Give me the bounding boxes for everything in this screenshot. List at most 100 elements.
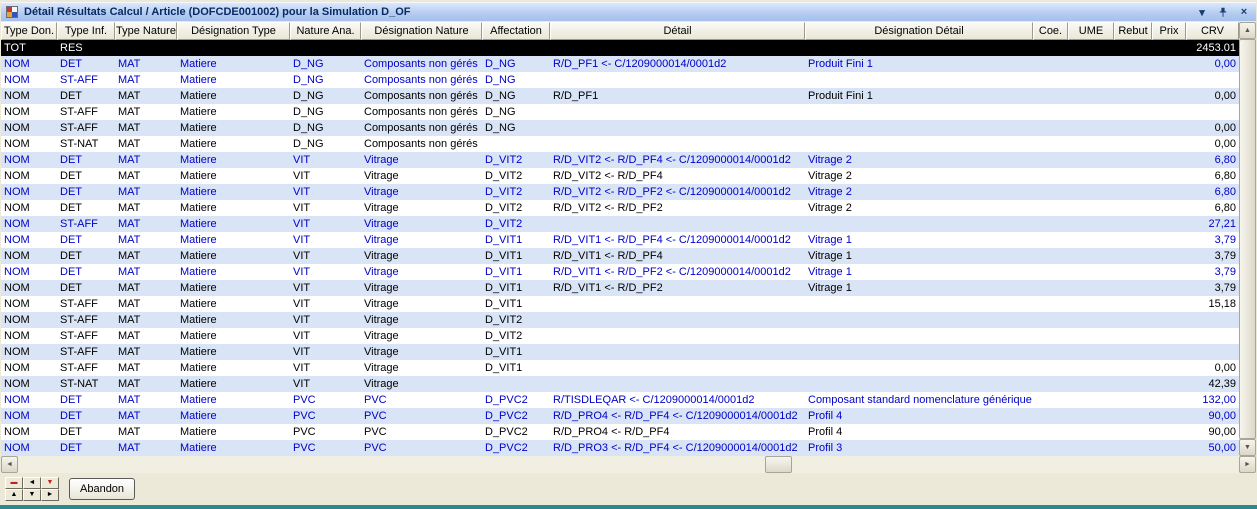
table-row[interactable]: NOMDETMATMatiereVITVitrageD_VIT2R/D_VIT2… [1, 152, 1239, 168]
cell-designation_type: Matiere [177, 344, 290, 360]
cell-ume [1068, 152, 1114, 168]
table-row[interactable]: NOMST-AFFMATMatiereVITVitrageD_VIT10,00 [1, 360, 1239, 376]
table-row[interactable]: NOMST-AFFMATMatiereVITVitrageD_VIT2 [1, 312, 1239, 328]
table-row[interactable]: NOMDETMATMatierePVCPVCD_PVC2R/D_PRO4 <- … [1, 424, 1239, 440]
cell-detail [550, 296, 805, 312]
cell-designation_detail [805, 136, 1033, 152]
table-row[interactable]: NOMST-AFFMATMatiereVITVitrageD_VIT115,18 [1, 296, 1239, 312]
cell-nature_ana: VIT [290, 216, 361, 232]
cell-rebut [1114, 248, 1152, 264]
nav-prev-button[interactable]: ◄ [23, 477, 41, 489]
cell-nature_ana: VIT [290, 152, 361, 168]
cell-nature_ana: D_NG [290, 56, 361, 72]
table-row[interactable]: NOMDETMATMatierePVCPVCD_PVC2R/TISDLEQAR … [1, 392, 1239, 408]
column-header-designation_nature[interactable]: Désignation Nature [361, 22, 482, 40]
cell-prix [1152, 104, 1186, 120]
table-row[interactable]: NOMDETMATMatierePVCPVCD_PVC2R/D_PRO3 <- … [1, 440, 1239, 456]
nav-collapse-button[interactable]: ▬ [5, 477, 23, 489]
column-header-type_inf[interactable]: Type Inf. [57, 22, 115, 40]
nav-last-button[interactable]: ► [41, 489, 59, 501]
nav-up-button[interactable]: ▲ [5, 489, 23, 501]
table-row[interactable]: NOMDETMATMatiereD_NGComposants non gérés… [1, 56, 1239, 72]
column-header-affectation[interactable]: Affectation [482, 22, 550, 40]
cell-designation_type: Matiere [177, 200, 290, 216]
table-row[interactable]: NOMDETMATMatiereVITVitrageD_VIT2R/D_VIT2… [1, 168, 1239, 184]
cell-ume [1068, 312, 1114, 328]
cell-nature_ana: PVC [290, 424, 361, 440]
table-row[interactable]: NOMST-AFFMATMatiereVITVitrageD_VIT2 [1, 328, 1239, 344]
cell-designation_type: Matiere [177, 88, 290, 104]
close-button[interactable]: × [1237, 5, 1251, 19]
cell-designation_nature: Vitrage [361, 184, 482, 200]
column-header-type_don[interactable]: Type Don. [1, 22, 57, 40]
vertical-scrollbar[interactable]: ▲ ▼ [1239, 22, 1256, 456]
cell-rebut [1114, 104, 1152, 120]
column-header-designation_type[interactable]: Désignation Type [177, 22, 290, 40]
vertical-scroll-thumb[interactable] [1239, 39, 1256, 439]
pin-button[interactable] [1216, 5, 1230, 19]
scroll-up-button[interactable]: ▲ [1239, 22, 1256, 39]
table-row[interactable]: NOMDETMATMatiereVITVitrageD_VIT1R/D_VIT1… [1, 248, 1239, 264]
cell-ume [1068, 248, 1114, 264]
cell-coe [1033, 40, 1068, 56]
cell-type_inf: ST-NAT [57, 136, 115, 152]
table-row[interactable]: NOMST-AFFMATMatiereD_NGComposants non gé… [1, 120, 1239, 136]
scroll-down-button[interactable]: ▼ [1239, 439, 1256, 456]
table-row[interactable]: NOMDETMATMatiereVITVitrageD_VIT1R/D_VIT1… [1, 232, 1239, 248]
nav-down-button[interactable]: ▼ [23, 489, 41, 501]
column-header-detail[interactable]: Détail [550, 22, 805, 40]
table-row[interactable]: TOTRES2453.01 [1, 40, 1239, 56]
nav-expand-button[interactable]: ▼ [41, 477, 59, 489]
cell-designation_type: Matiere [177, 376, 290, 392]
cell-rebut [1114, 280, 1152, 296]
cell-type_nature: MAT [115, 408, 177, 424]
table-row[interactable]: NOMST-AFFMATMatiereD_NGComposants non gé… [1, 104, 1239, 120]
cell-crv: 90,00 [1186, 408, 1239, 424]
abandon-button[interactable]: Abandon [69, 478, 135, 500]
table-row[interactable]: NOMDETMATMatiereD_NGComposants non gérés… [1, 88, 1239, 104]
cell-rebut [1114, 328, 1152, 344]
cell-type_nature: MAT [115, 296, 177, 312]
column-header-nature_ana[interactable]: Nature Ana. [290, 22, 361, 40]
cell-type_don: NOM [1, 88, 57, 104]
table-row[interactable]: NOMST-NATMATMatiereD_NGComposants non gé… [1, 136, 1239, 152]
close-icon: × [1241, 6, 1247, 18]
cell-nature_ana: D_NG [290, 104, 361, 120]
table-row[interactable]: NOMST-NATMATMatiereVITVitrage42,39 [1, 376, 1239, 392]
table-row[interactable]: NOMDETMATMatierePVCPVCD_PVC2R/D_PRO4 <- … [1, 408, 1239, 424]
column-header-coe[interactable]: Coe. [1033, 22, 1068, 40]
column-header-rebut[interactable]: Rebut [1114, 22, 1152, 40]
column-header-ume[interactable]: UME [1068, 22, 1114, 40]
table-row[interactable]: NOMDETMATMatiereVITVitrageD_VIT2R/D_VIT2… [1, 184, 1239, 200]
horizontal-scroll-track[interactable] [18, 456, 1239, 473]
window-menu-button[interactable]: ▾ [1195, 5, 1209, 19]
cell-detail: R/D_PRO4 <- R/D_PF4 [550, 424, 805, 440]
column-header-prix[interactable]: Prix [1152, 22, 1186, 40]
table-row[interactable]: NOMDETMATMatiereVITVitrageD_VIT1R/D_VIT1… [1, 264, 1239, 280]
horizontal-scroll-thumb[interactable] [765, 456, 792, 473]
column-header-type_nature[interactable]: Type Nature [115, 22, 177, 40]
cell-prix [1152, 72, 1186, 88]
scroll-left-button[interactable]: ◄ [1, 456, 18, 473]
column-header-crv[interactable]: CRV [1186, 22, 1239, 40]
table-row[interactable]: NOMDETMATMatiereVITVitrageD_VIT2R/D_VIT2… [1, 200, 1239, 216]
cell-coe [1033, 264, 1068, 280]
scroll-right-button[interactable]: ► [1239, 456, 1256, 473]
table-row[interactable]: NOMST-AFFMATMatiereVITVitrageD_VIT227,21 [1, 216, 1239, 232]
table-row[interactable]: NOMDETMATMatiereVITVitrageD_VIT1R/D_VIT1… [1, 280, 1239, 296]
table-row[interactable]: NOMST-AFFMATMatiereVITVitrageD_VIT1 [1, 344, 1239, 360]
cell-designation_detail [805, 296, 1033, 312]
table-row[interactable]: NOMST-AFFMATMatiereD_NGComposants non gé… [1, 72, 1239, 88]
cell-designation_type: Matiere [177, 392, 290, 408]
cell-designation_type: Matiere [177, 168, 290, 184]
cell-ume [1068, 56, 1114, 72]
horizontal-scrollbar[interactable]: ◄ ► [1, 456, 1256, 473]
cell-coe [1033, 72, 1068, 88]
vertical-scroll-track[interactable] [1239, 39, 1256, 439]
cell-affectation: D_VIT2 [482, 312, 550, 328]
cell-designation_nature: Vitrage [361, 200, 482, 216]
cell-type_don: NOM [1, 152, 57, 168]
column-header-designation_detail[interactable]: Désignation Détail [805, 22, 1033, 40]
cell-affectation: D_PVC2 [482, 424, 550, 440]
cell-designation_type: Matiere [177, 296, 290, 312]
